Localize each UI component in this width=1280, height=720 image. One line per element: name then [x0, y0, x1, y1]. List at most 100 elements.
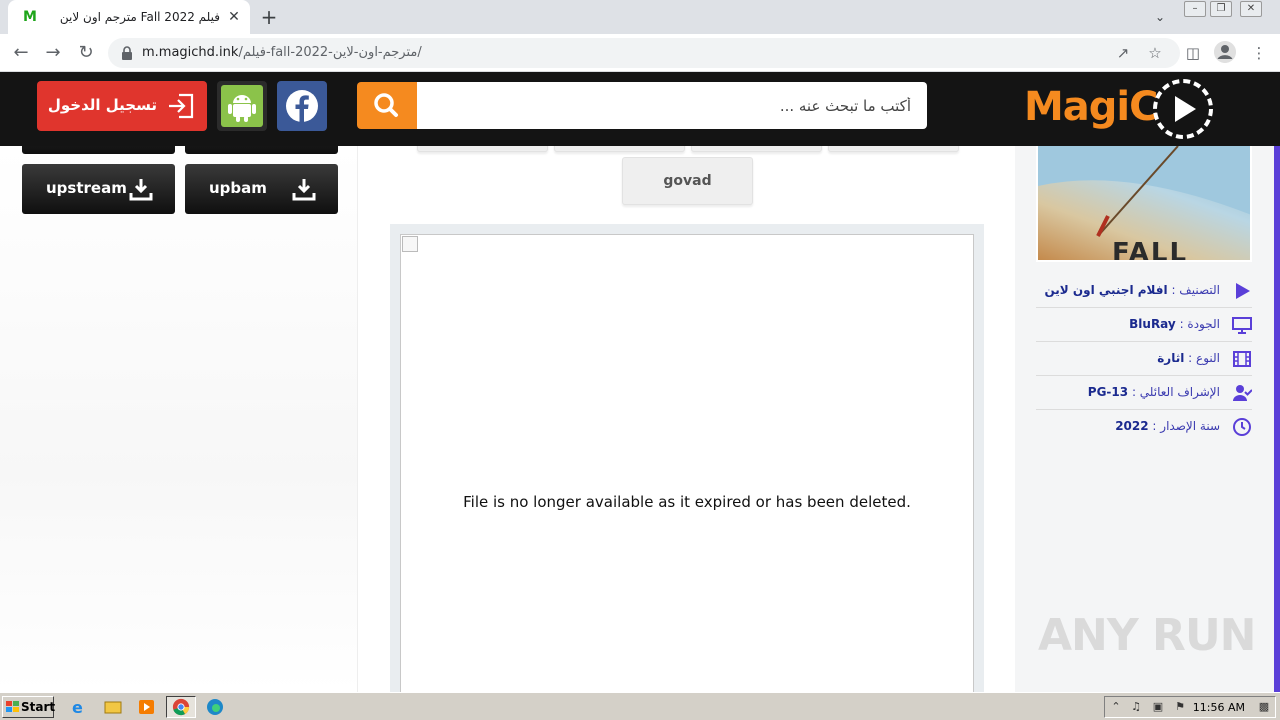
browser-toolbar: ← → ↻ m.magichd.ink/فيلم-fall-2022-مترجم… — [0, 34, 1280, 72]
reload-icon[interactable]: ↻ — [75, 42, 97, 64]
film-icon — [1233, 351, 1251, 367]
download-label: upbam — [209, 179, 267, 197]
info-text: الجودة : BluRay — [1129, 317, 1220, 331]
server-button-partial[interactable] — [828, 146, 959, 152]
server-button-partial[interactable] — [691, 146, 822, 152]
info-value[interactable]: اثارة — [1157, 351, 1184, 365]
info-label: سنة الإصدار : — [1152, 419, 1220, 433]
server-button-govad[interactable]: govad — [622, 157, 753, 205]
site-header: تسجيل الدخول أكتب ما تبحث عنه ... MagiC — [0, 72, 1280, 146]
minimize-window-button[interactable]: – — [1184, 1, 1206, 17]
play-icon — [1153, 79, 1213, 139]
site-logo[interactable]: MagiC — [1024, 76, 1220, 142]
show-desktop-icon[interactable]: ▩ — [1257, 700, 1271, 714]
taskbar-clock[interactable]: 11:56 AM — [1193, 701, 1245, 714]
search-input[interactable] — [417, 82, 927, 129]
android-tile — [221, 85, 263, 127]
info-row-rating: الإشراف العائلي : PG-13 — [1036, 376, 1252, 410]
info-text: النوع : اثارة — [1157, 351, 1220, 365]
player-container: File is no longer available as it expire… — [390, 224, 984, 692]
info-value[interactable]: PG-13 — [1088, 385, 1128, 399]
network-icon[interactable]: ▣ — [1151, 700, 1165, 714]
server-button-partial[interactable] — [554, 146, 685, 152]
file-explorer-icon[interactable] — [102, 697, 124, 717]
address-bar[interactable]: m.magichd.ink/فيلم-fall-2022-مترجم-اون-ل… — [108, 38, 1180, 68]
player-error-message: File is no longer available as it expire… — [463, 493, 911, 511]
info-text: الإشراف العائلي : PG-13 — [1088, 385, 1220, 399]
forward-arrow-icon[interactable]: → — [42, 42, 64, 64]
info-row-quality: الجودة : BluRay — [1036, 308, 1252, 342]
info-text: سنة الإصدار : 2022 — [1115, 419, 1220, 433]
download-button-partial[interactable] — [22, 146, 175, 154]
lock-icon — [122, 46, 132, 60]
info-value[interactable]: افلام اجنبي اون لاين — [1044, 283, 1167, 297]
download-label: upstream — [46, 179, 127, 197]
start-label: Start — [21, 700, 56, 714]
user-check-icon — [1233, 385, 1252, 401]
browser-tab-strip: M فيلم Fall 2022 مترجم اون لاين ✕ + ⌄ – … — [0, 0, 1280, 34]
chrome-menu-icon[interactable]: ⋮ — [1248, 42, 1270, 64]
info-label: النوع : — [1188, 351, 1220, 365]
tab-close-icon[interactable]: ✕ — [226, 9, 242, 25]
browser-tab[interactable]: M فيلم Fall 2022 مترجم اون لاين ✕ — [8, 0, 250, 34]
media-player-icon[interactable] — [136, 697, 158, 717]
accent-bar — [1274, 146, 1280, 692]
download-sidebar: upbam upstream — [0, 146, 358, 692]
new-tab-button[interactable]: + — [258, 6, 280, 28]
search-icon — [374, 93, 398, 117]
close-window-button[interactable]: ✕ — [1240, 1, 1262, 17]
internet-explorer-icon[interactable]: e — [68, 697, 90, 717]
android-app-button[interactable] — [217, 81, 267, 131]
chrome-taskbar-button[interactable] — [166, 696, 196, 718]
tab-search-chevron-icon[interactable]: ⌄ — [1150, 7, 1170, 27]
edge-icon[interactable] — [204, 697, 226, 717]
monitor-icon — [1232, 317, 1252, 334]
info-value[interactable]: BluRay — [1129, 317, 1176, 331]
tab-title: فيلم Fall 2022 مترجم اون لاين — [59, 10, 220, 24]
android-icon — [228, 95, 256, 122]
login-icon — [169, 93, 194, 119]
side-panel-icon[interactable]: ◫ — [1182, 42, 1204, 64]
logo-text: MagiC — [1024, 84, 1158, 130]
login-label: تسجيل الدخول — [47, 96, 157, 114]
poster-title: FALL — [1112, 238, 1189, 262]
share-icon[interactable]: ↗ — [1114, 44, 1132, 62]
bookmark-star-icon[interactable]: ☆ — [1146, 44, 1164, 62]
info-label: التصنيف : — [1171, 283, 1220, 297]
url-text: m.magichd.ink/فيلم-fall-2022-مترجم-اون-ل… — [142, 45, 422, 60]
clock-icon — [1233, 418, 1251, 436]
download-button-upstream[interactable]: upstream — [22, 164, 175, 214]
site-favicon-icon: M — [23, 9, 37, 25]
url-host: m.magichd.ink — [142, 45, 239, 60]
chrome-icon — [172, 698, 190, 716]
info-label: الجودة : — [1179, 317, 1220, 331]
video-player[interactable]: File is no longer available as it expire… — [400, 234, 974, 692]
download-icon — [129, 179, 153, 201]
main-content: govad File is no longer available as it … — [359, 146, 1015, 692]
info-label: الإشراف العائلي : — [1131, 385, 1220, 399]
info-row-category: التصنيف : افلام اجنبي اون لاين — [1036, 274, 1252, 308]
profile-avatar-icon[interactable] — [1214, 41, 1236, 63]
url-path: /فيلم-fall-2022-مترجم-اون-لاين/ — [238, 45, 422, 60]
windows-flag-icon — [6, 701, 19, 712]
restore-window-button[interactable]: ❐ — [1210, 1, 1232, 17]
system-tray: ⌃ ♫ ▣ ⚑ 11:56 AM ▩ — [1104, 696, 1276, 718]
info-value[interactable]: 2022 — [1115, 419, 1148, 433]
tray-expand-icon[interactable]: ⌃ — [1109, 700, 1123, 714]
info-row-genre: النوع : اثارة — [1036, 342, 1252, 376]
volume-icon[interactable]: ♫ — [1129, 700, 1143, 714]
search-button[interactable] — [357, 82, 417, 129]
download-icon — [292, 179, 316, 201]
download-button-partial[interactable] — [185, 146, 338, 154]
facebook-button[interactable] — [277, 81, 327, 131]
flag-icon[interactable]: ⚑ — [1173, 700, 1187, 714]
login-button[interactable]: تسجيل الدخول — [37, 81, 207, 131]
windows-taskbar: Start e ⌃ ♫ ▣ ⚑ 11:56 AM ▩ — [0, 692, 1280, 720]
movie-poster[interactable]: FALL — [1036, 146, 1252, 262]
anyrun-watermark: ANY RUN — [1038, 610, 1256, 661]
download-button-upbam[interactable]: upbam — [185, 164, 338, 214]
server-button-partial[interactable] — [417, 146, 548, 152]
start-button[interactable]: Start — [2, 696, 56, 718]
back-arrow-icon[interactable]: ← — [10, 42, 32, 64]
info-text: التصنيف : افلام اجنبي اون لاين — [1044, 283, 1220, 297]
